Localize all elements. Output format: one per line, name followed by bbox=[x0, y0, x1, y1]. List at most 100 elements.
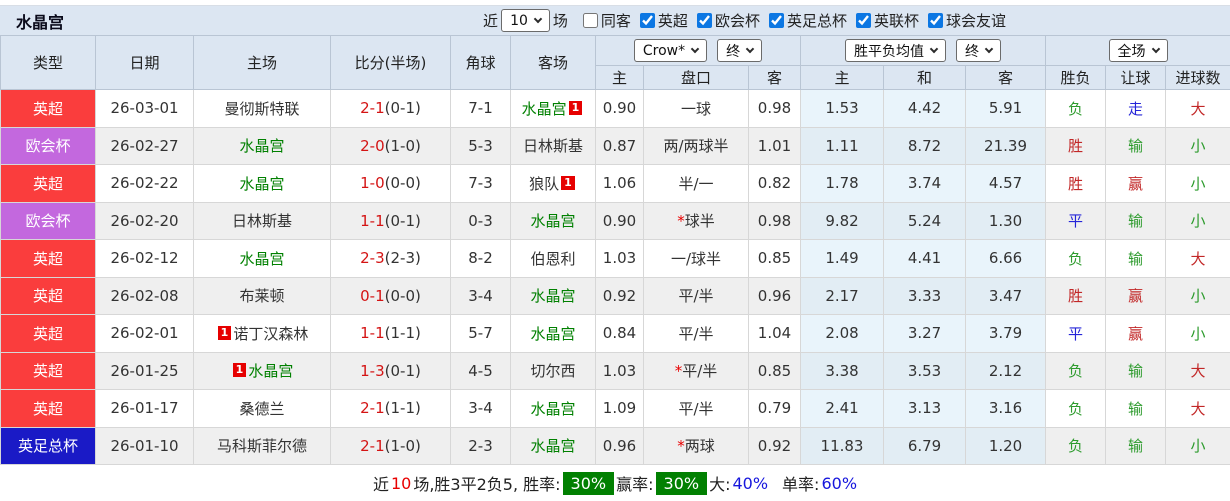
sub-header-handicap: 盘口 bbox=[644, 66, 749, 90]
filter-label: 球会友谊 bbox=[946, 10, 1006, 31]
halftime-score: (1-1) bbox=[385, 324, 421, 342]
filter-checkbox[interactable] bbox=[583, 13, 598, 28]
odds-away-cell: 0.85 bbox=[749, 352, 801, 390]
team-name: 水晶宫 bbox=[522, 100, 567, 118]
mean-draw-cell: 3.53 bbox=[884, 352, 966, 390]
halftime-score: (0-1) bbox=[385, 99, 421, 117]
sub-header-goals: 进球数 bbox=[1166, 66, 1230, 90]
handicap-cell: 平/半 bbox=[644, 277, 749, 315]
mean-period-select[interactable]: 终 bbox=[956, 39, 1001, 62]
mean-draw-cell: 6.79 bbox=[884, 427, 966, 465]
mean-away-cell: 3.16 bbox=[966, 390, 1046, 428]
mean-away-cell: 6.66 bbox=[966, 240, 1046, 278]
scope-value: 全场 bbox=[1118, 41, 1146, 61]
team-name: 日林斯基 bbox=[523, 137, 583, 155]
handicap-result-cell: 输 bbox=[1106, 127, 1166, 165]
single-rate: 60% bbox=[821, 474, 857, 493]
col-header-type: 类型 bbox=[1, 36, 96, 90]
handicap-result-cell: 输 bbox=[1106, 240, 1166, 278]
odds-period-select[interactable]: 终 bbox=[717, 39, 762, 62]
bookmaker-value: Crow* bbox=[643, 43, 685, 59]
sub-header-wdl: 胜负 bbox=[1046, 66, 1106, 90]
wdl-result-cell: 胜 bbox=[1046, 277, 1106, 315]
team-name: 伯恩利 bbox=[530, 250, 575, 268]
mean-select[interactable]: 胜平负均值 bbox=[845, 39, 946, 62]
filter-label: 欧会杯 bbox=[715, 10, 760, 31]
team-name: 水晶宫 bbox=[248, 362, 293, 380]
col-header-score: 比分(半场) bbox=[331, 36, 451, 90]
footer-near-label: 近 bbox=[373, 471, 389, 495]
wdl-result-cell: 负 bbox=[1046, 427, 1106, 465]
handicap-cell: 两/两球半 bbox=[644, 127, 749, 165]
corner-cell: 3-4 bbox=[451, 277, 511, 315]
filter-label: 英足总杯 bbox=[787, 10, 847, 31]
wdl-result-cell: 负 bbox=[1046, 352, 1106, 390]
filter-checkbox[interactable] bbox=[769, 13, 784, 28]
sub-header-odds-home: 主 bbox=[596, 66, 644, 90]
match-type-cell: 英超 bbox=[1, 390, 96, 428]
sub-header-mean-home: 主 bbox=[801, 66, 884, 90]
scope-select[interactable]: 全场 bbox=[1109, 39, 1168, 62]
bookmaker-select[interactable]: Crow* bbox=[634, 39, 707, 62]
score-cell: 2-3(2-3) bbox=[331, 240, 451, 278]
halftime-score: (0-0) bbox=[385, 287, 421, 305]
match-type-cell: 英超 bbox=[1, 277, 96, 315]
home-team-cell: 水晶宫 bbox=[194, 127, 331, 165]
team-name: 布莱顿 bbox=[239, 287, 284, 305]
handicap-result-cell: 赢 bbox=[1106, 277, 1166, 315]
score-cell: 2-0(1-0) bbox=[331, 127, 451, 165]
handicap-result-cell: 输 bbox=[1106, 202, 1166, 240]
match-date-cell: 26-01-25 bbox=[96, 352, 194, 390]
team-name: 水晶宫 bbox=[530, 212, 575, 230]
win-rate-badge: 30% bbox=[563, 472, 615, 495]
halftime-score: (1-0) bbox=[385, 137, 421, 155]
mean-home-cell: 2.08 bbox=[801, 315, 884, 353]
away-team-cell: 狼队1 bbox=[511, 165, 596, 203]
match-type-cell: 英超 bbox=[1, 240, 96, 278]
matches-count-select[interactable]: 10 bbox=[501, 9, 550, 32]
rank-badge: 1 bbox=[233, 363, 247, 377]
team-name: 水晶宫 bbox=[530, 325, 575, 343]
handicap-cell: *球半 bbox=[644, 202, 749, 240]
filter-item: 英足总杯 bbox=[769, 10, 847, 31]
home-team-cell: 水晶宫 bbox=[194, 240, 331, 278]
table-row: 英超 26-03-01 曼彻斯特联 2-1(0-1) 7-1 水晶宫1 0.90… bbox=[1, 90, 1230, 128]
profit-label: 赢率: bbox=[616, 471, 653, 495]
filter-item: 英联杯 bbox=[856, 10, 919, 31]
goals-result-cell: 大 bbox=[1166, 90, 1230, 128]
mean-away-cell: 1.20 bbox=[966, 427, 1046, 465]
handicap-star: * bbox=[675, 362, 683, 380]
fulltime-score: 1-0 bbox=[360, 174, 385, 192]
filter-checkbox[interactable] bbox=[697, 13, 712, 28]
big-rate: 40% bbox=[732, 474, 768, 493]
mean-away-cell: 4.57 bbox=[966, 165, 1046, 203]
corner-cell: 8-2 bbox=[451, 240, 511, 278]
match-date-cell: 26-02-12 bbox=[96, 240, 194, 278]
goals-result-cell: 大 bbox=[1166, 240, 1230, 278]
odds-period-value: 终 bbox=[726, 41, 740, 61]
fulltime-score: 2-1 bbox=[360, 399, 385, 417]
goals-result-cell: 小 bbox=[1166, 165, 1230, 203]
mean-draw-cell: 3.33 bbox=[884, 277, 966, 315]
col-header-corner: 角球 bbox=[451, 36, 511, 90]
corner-cell: 7-1 bbox=[451, 90, 511, 128]
away-team-cell: 日林斯基 bbox=[511, 127, 596, 165]
table-row: 英超 26-01-25 1水晶宫 1-3(0-1) 4-5 切尔西 1.03 *… bbox=[1, 352, 1230, 390]
away-team-cell: 水晶宫 bbox=[511, 315, 596, 353]
fulltime-score: 2-1 bbox=[360, 437, 385, 455]
mean-away-cell: 21.39 bbox=[966, 127, 1046, 165]
filter-checkbox[interactable] bbox=[856, 13, 871, 28]
filter-checkbox[interactable] bbox=[928, 13, 943, 28]
handicap-cell: 平/半 bbox=[644, 315, 749, 353]
fulltime-score: 1-3 bbox=[360, 362, 385, 380]
filter-checkbox[interactable] bbox=[640, 13, 655, 28]
big-label: 大: bbox=[709, 471, 730, 495]
mean-draw-cell: 3.27 bbox=[884, 315, 966, 353]
match-type-cell: 英超 bbox=[1, 90, 96, 128]
goals-result-cell: 小 bbox=[1166, 427, 1230, 465]
fulltime-score: 1-1 bbox=[360, 212, 385, 230]
goals-result-cell: 小 bbox=[1166, 315, 1230, 353]
footer-count: 10 bbox=[391, 474, 411, 493]
match-type-cell: 欧会杯 bbox=[1, 127, 96, 165]
wdl-result-cell: 胜 bbox=[1046, 165, 1106, 203]
